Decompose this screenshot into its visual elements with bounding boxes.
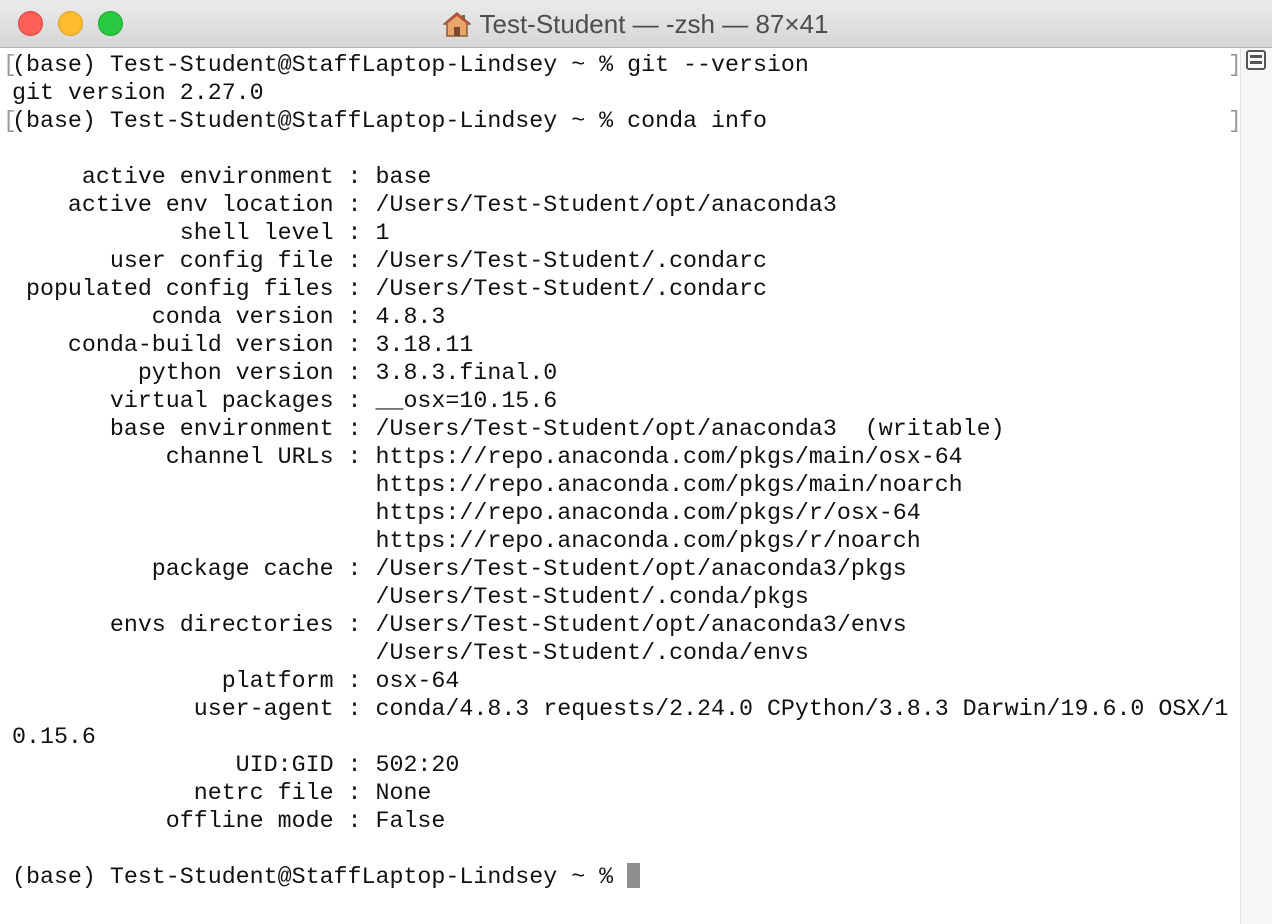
- terminal-line: https://repo.anaconda.com/pkgs/r/noarch: [12, 528, 921, 554]
- mark-bracket-left: [: [3, 108, 17, 134]
- terminal-line: 0.15.6: [12, 724, 96, 750]
- split-pane-icon[interactable]: [1246, 50, 1266, 70]
- terminal-line: conda-build version : 3.18.11: [12, 332, 474, 358]
- house-icon: [442, 11, 473, 37]
- terminal-line: https://repo.anaconda.com/pkgs/main/noar…: [12, 472, 963, 498]
- terminal-line: active environment : base: [12, 164, 432, 190]
- terminal-line: https://repo.anaconda.com/pkgs/r/osx-64: [12, 500, 921, 526]
- terminal-line: base environment : /Users/Test-Student/o…: [12, 416, 1005, 442]
- terminal-line: active env location : /Users/Test-Studen…: [12, 192, 837, 218]
- terminal-line: user config file : /Users/Test-Student/.…: [12, 248, 767, 274]
- terminal-line: (base) Test-Student@StaffLaptop-Lindsey …: [12, 108, 767, 134]
- terminal-line: shell level : 1: [12, 220, 390, 246]
- window-title: Test-Student — -zsh — 87×41: [479, 8, 829, 39]
- terminal-line: package cache : /Users/Test-Student/opt/…: [12, 556, 907, 582]
- terminal-line: netrc file : None: [12, 780, 432, 806]
- window-title-group: Test-Student — -zsh — 87×41: [0, 0, 1272, 48]
- terminal-line: platform : osx-64: [12, 668, 460, 694]
- terminal-line: UID:GID : 502:20: [12, 752, 460, 778]
- terminal-line: (base) Test-Student@StaffLaptop-Lindsey …: [12, 52, 809, 78]
- terminal-line: offline mode : False: [12, 808, 446, 834]
- terminal-line: git version 2.27.0: [12, 80, 264, 106]
- terminal-line: python version : 3.8.3.final.0: [12, 360, 558, 386]
- terminal-window: Test-Student — -zsh — 87×41 (base) Test-…: [0, 0, 1272, 924]
- terminal-line: channel URLs : https://repo.anaconda.com…: [12, 444, 963, 470]
- title-bar[interactable]: Test-Student — -zsh — 87×41: [0, 0, 1272, 48]
- terminal-line: virtual packages : __osx=10.15.6: [12, 388, 558, 414]
- terminal-line: user-agent : conda/4.8.3 requests/2.24.0…: [12, 696, 1229, 722]
- mark-bracket-left: [: [3, 52, 17, 78]
- scrollbar[interactable]: [1240, 48, 1272, 924]
- terminal-output[interactable]: (base) Test-Student@StaffLaptop-Lindsey …: [0, 48, 1242, 924]
- terminal-line: conda version : 4.8.3: [12, 304, 446, 330]
- terminal-line: /Users/Test-Student/.conda/pkgs: [12, 584, 809, 610]
- terminal-line: populated config files : /Users/Test-Stu…: [12, 276, 767, 302]
- terminal-line: /Users/Test-Student/.conda/envs: [12, 640, 809, 666]
- text-cursor: [627, 863, 641, 888]
- terminal-line: envs directories : /Users/Test-Student/o…: [12, 612, 907, 638]
- terminal-line: (base) Test-Student@StaffLaptop-Lindsey …: [12, 863, 641, 891]
